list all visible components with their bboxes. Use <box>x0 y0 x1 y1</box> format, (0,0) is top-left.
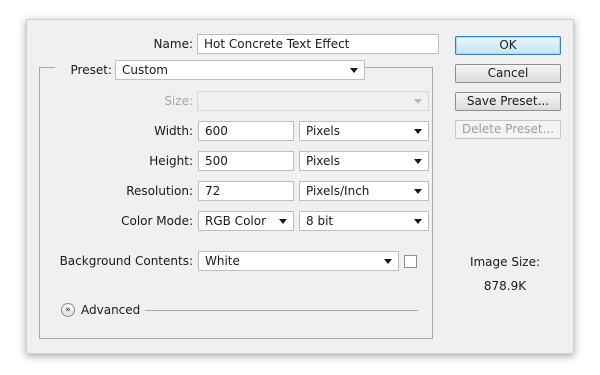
preset-value: Custom <box>122 63 168 77</box>
size-label: Size: <box>164 94 193 108</box>
bit-depth-value: 8 bit <box>306 214 334 228</box>
preset-select[interactable]: Custom <box>115 60 365 80</box>
resolution-label: Resolution: <box>126 184 193 198</box>
height-unit-value: Pixels <box>306 154 341 168</box>
resolution-unit-select[interactable]: Pixels/Inch <box>299 181 429 201</box>
resolution-input[interactable]: 72 <box>198 181 294 201</box>
chevron-down-icon <box>414 159 422 164</box>
preset-label: Preset: <box>55 60 114 80</box>
width-unit-select[interactable]: Pixels <box>299 121 429 141</box>
resolution-unit-value: Pixels/Inch <box>306 184 370 198</box>
width-label: Width: <box>154 124 193 138</box>
chevron-down-icon <box>414 99 422 104</box>
background-contents-select[interactable]: White <box>198 251 399 271</box>
color-mode-value: RGB Color <box>205 214 267 228</box>
advanced-divider <box>145 310 418 311</box>
save-preset-button[interactable]: Save Preset... <box>455 92 561 111</box>
image-size-value: 878.9K <box>483 279 527 293</box>
chevron-down-icon <box>414 129 422 134</box>
background-contents-value: White <box>205 254 240 268</box>
image-size-label: Image Size: <box>469 255 541 269</box>
background-color-swatch[interactable] <box>404 255 417 268</box>
chevron-down-icon <box>414 189 422 194</box>
width-unit-value: Pixels <box>306 124 341 138</box>
ok-button[interactable]: OK <box>455 36 561 55</box>
height-input[interactable]: 500 <box>198 151 294 171</box>
bit-depth-select[interactable]: 8 bit <box>299 211 429 231</box>
expand-advanced-icon[interactable]: » <box>61 303 75 317</box>
advanced-label[interactable]: Advanced <box>81 300 140 320</box>
chevron-down-icon <box>414 219 422 224</box>
height-label: Height: <box>149 154 193 168</box>
delete-preset-button: Delete Preset... <box>455 120 561 139</box>
color-mode-label: Color Mode: <box>121 214 193 228</box>
chevron-down-icon <box>350 68 358 73</box>
width-input[interactable]: 600 <box>198 121 294 141</box>
color-mode-select[interactable]: RGB Color <box>198 211 294 231</box>
cancel-button[interactable]: Cancel <box>455 64 561 83</box>
name-label: Name: <box>153 37 193 51</box>
size-select <box>197 91 429 111</box>
height-unit-select[interactable]: Pixels <box>299 151 429 171</box>
chevron-down-icon <box>384 259 392 264</box>
new-document-dialog: Name: Hot Concrete Text Effect Preset: C… <box>26 19 574 354</box>
name-input[interactable]: Hot Concrete Text Effect <box>197 34 439 54</box>
background-contents-label: Background Contents: <box>59 254 193 268</box>
chevron-down-icon <box>279 219 287 224</box>
